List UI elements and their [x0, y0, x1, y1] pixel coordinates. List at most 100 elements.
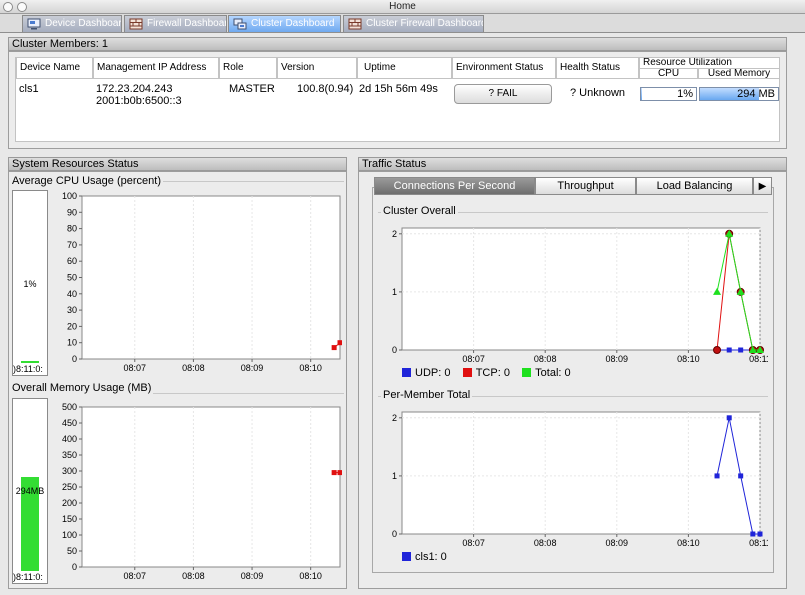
- data-point: [714, 473, 720, 479]
- plot-area: [401, 227, 761, 351]
- x-tick-label: 08:10: [677, 538, 700, 548]
- header-version[interactable]: Version: [277, 57, 357, 79]
- memory-gauge: 294MB )8:11:0:: [12, 398, 48, 584]
- y-tick-label: 0: [72, 562, 77, 572]
- header-used-memory[interactable]: Used Memory: [698, 68, 780, 79]
- cluster-overall-label: Cluster Overall: [381, 205, 458, 217]
- y-tick-label: 1: [392, 287, 397, 297]
- y-tick-label: 400: [62, 434, 77, 444]
- data-point: [726, 347, 732, 353]
- y-tick-label: 30: [67, 305, 77, 315]
- y-tick-label: 2: [392, 413, 397, 423]
- x-tick-label: 08:10: [677, 354, 700, 364]
- y-tick-label: 50: [67, 273, 77, 283]
- y-tick-label: 150: [62, 514, 77, 524]
- y-tick-label: 1: [392, 471, 397, 481]
- memory-gauge-time: )8:11:0:: [13, 572, 43, 582]
- header-health-status[interactable]: Health Status: [556, 57, 639, 79]
- plot-area: [401, 411, 761, 535]
- y-tick-label: 10: [67, 338, 77, 348]
- y-tick-label: 350: [62, 450, 77, 460]
- per-member-chart: 0 1 2 08:07 08:08 08:09 08:10 08:11: [392, 411, 768, 548]
- x-tick-label: 08:09: [241, 571, 264, 581]
- y-tick-label: 100: [62, 530, 77, 540]
- window-title: Home: [389, 1, 416, 12]
- data-point: [331, 470, 337, 476]
- legend-cls1-label: cls1: 0: [415, 551, 447, 563]
- cpu-utilization-bar: 1%: [640, 87, 697, 101]
- cpu-gauge-time: )8:11:0:: [13, 364, 43, 374]
- cluster-firewall-dashboard-icon: [348, 18, 362, 30]
- firewall-dashboard-icon: [129, 18, 143, 30]
- plot-area: [81, 406, 341, 568]
- header-role[interactable]: Role: [219, 57, 277, 79]
- x-tick-label: 08:08: [182, 571, 205, 581]
- y-tick-label: 90: [67, 207, 77, 217]
- memory-usage-chart: 0 50 100 150 200 250 300 350 400 450 500 08:07 08:08…: [62, 402, 342, 581]
- y-tick-label: 70: [67, 240, 77, 250]
- memory-utilization-text: 294 MB: [737, 88, 775, 100]
- x-tick-label: 08:09: [241, 363, 264, 373]
- x-tick-label: 08:11: [749, 538, 768, 548]
- per-member-legend: cls1: 0: [402, 551, 447, 563]
- system-resources-title: System Resources Status: [8, 157, 347, 171]
- y-tick-label: 300: [62, 466, 77, 476]
- header-management-ip[interactable]: Management IP Address: [93, 57, 219, 79]
- management-ip-v6: 2001:b0b:6500::3: [96, 95, 182, 107]
- udp-swatch-icon: [402, 368, 411, 377]
- health-status-cell: ? Unknown: [570, 87, 626, 99]
- x-tick-label: 08:09: [606, 538, 629, 548]
- y-tick-label: 500: [62, 402, 77, 412]
- data-point: [331, 345, 337, 351]
- data-point: [713, 346, 722, 354]
- legend-total: Total: 0: [522, 367, 571, 379]
- data-point: [726, 415, 732, 421]
- y-tick-label: 60: [67, 256, 77, 266]
- x-tick-label: 08:07: [462, 354, 485, 364]
- header-cpu[interactable]: CPU: [639, 68, 698, 79]
- data-point: [337, 340, 342, 346]
- x-tick-label: 08:07: [462, 538, 485, 548]
- tab-cluster-dashboard-label: Cluster Dashboard: [251, 18, 335, 29]
- tab-firewall-dashboard[interactable]: Firewall Dashboard: [124, 15, 227, 32]
- y-tick-label: 0: [392, 529, 397, 539]
- header-device-name[interactable]: Device Name: [16, 57, 93, 79]
- subtab-connections-per-second[interactable]: Connections Per Second: [374, 177, 535, 195]
- x-tick-label: 08:08: [182, 363, 205, 373]
- header-environment-status[interactable]: Environment Status: [452, 57, 556, 79]
- subtab-load-balancing[interactable]: Load Balancing: [636, 177, 753, 195]
- y-tick-label: 80: [67, 224, 77, 234]
- cpu-usage-chart: 0 10 20 30 40 50 60 70 80 90 100 08:07 08:08 08:09 08:…: [62, 191, 342, 373]
- y-tick-label: 50: [67, 546, 77, 556]
- tab-device-dashboard-label: Device Dashboard: [45, 18, 122, 29]
- environment-status-button[interactable]: ? FAIL: [454, 84, 552, 104]
- total-swatch-icon: [522, 368, 532, 377]
- y-tick-label: 450: [62, 418, 77, 428]
- subtab-scroll-right-button[interactable]: ▶: [753, 177, 772, 195]
- header-uptime[interactable]: Uptime: [357, 57, 452, 79]
- tab-cluster-firewall-dashboard-label: Cluster Firewall Dashboard: [366, 18, 484, 29]
- memory-utilization-bar: 294 MB: [699, 87, 779, 101]
- per-member-label: Per-Member Total: [381, 389, 473, 401]
- legend-udp: UDP: 0: [402, 367, 450, 379]
- x-tick-label: 08:09: [606, 354, 629, 364]
- tab-cluster-dashboard[interactable]: Cluster Dashboard: [228, 15, 341, 32]
- x-tick-label: 08:08: [534, 354, 557, 364]
- cluster-dashboard-icon: [233, 18, 247, 30]
- plot-area: [81, 195, 341, 360]
- subtab-throughput[interactable]: Throughput: [535, 177, 636, 195]
- tab-device-dashboard[interactable]: Device Dashboard: [22, 15, 122, 32]
- legend-udp-label: UDP: 0: [415, 367, 451, 379]
- y-tick-label: 0: [392, 345, 397, 355]
- cpu-utilization-text: 1%: [677, 88, 693, 100]
- data-point: [738, 347, 744, 353]
- version-cell: 100.8(0.94): [297, 83, 354, 95]
- tab-firewall-dashboard-label: Firewall Dashboard: [147, 18, 227, 29]
- memory-usage-label: Overall Memory Usage (MB): [10, 382, 154, 394]
- memory-gauge-value: 294MB: [15, 486, 45, 496]
- cluster-members-title: Cluster Members: 1: [8, 37, 787, 51]
- x-tick-label: 08:07: [124, 571, 147, 581]
- tab-cluster-firewall-dashboard[interactable]: Cluster Firewall Dashboard: [343, 15, 484, 32]
- y-tick-label: 100: [62, 191, 77, 201]
- legend-tcp: TCP: 0: [462, 367, 510, 379]
